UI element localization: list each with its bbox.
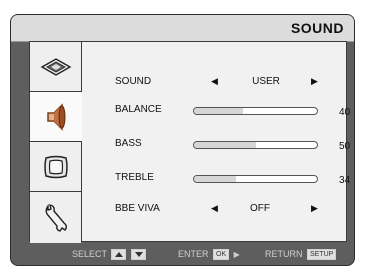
bass-label: BASS bbox=[115, 138, 142, 149]
bbe-viva-value: OFF bbox=[250, 203, 270, 214]
screen-icon bbox=[43, 155, 68, 178]
menu-panel: SOUND ◀ USER ▶ BALANCE 40 BASS 50 TREBLE bbox=[29, 41, 350, 243]
menu-footer: SELECT ENTER OK ▶ RETURN SETUP bbox=[11, 241, 354, 265]
left-arrow-icon[interactable]: ◀ bbox=[211, 203, 218, 214]
setup-wrench-icon bbox=[45, 203, 67, 232]
picture-icon bbox=[40, 57, 71, 76]
balance-value: 40 bbox=[339, 107, 351, 118]
treble-value: 34 bbox=[339, 175, 351, 186]
tab-sound[interactable] bbox=[30, 92, 82, 142]
treble-label: TREBLE bbox=[115, 172, 154, 183]
footer-enter: ENTER OK ▶ bbox=[178, 249, 240, 261]
down-key-icon bbox=[130, 249, 146, 261]
return-label: RETURN bbox=[265, 249, 303, 259]
ok-key-icon: OK bbox=[213, 249, 230, 261]
setup-key-icon: SETUP bbox=[307, 249, 337, 261]
bass-slider[interactable] bbox=[193, 141, 318, 149]
select-label: SELECT bbox=[72, 249, 107, 259]
enter-arrow-icon: ▶ bbox=[233, 250, 240, 259]
sound-label: SOUND bbox=[115, 76, 152, 87]
osd-menu-window: SOUND SOUND ◀ USER ▶ BALANCE 40 BASS 50 … bbox=[10, 14, 355, 266]
menu-icon-column bbox=[30, 42, 82, 243]
row-sound[interactable]: SOUND ◀ USER ▶ bbox=[115, 76, 335, 94]
treble-slider[interactable] bbox=[193, 175, 318, 183]
up-key-icon bbox=[111, 249, 127, 261]
treble-slider-fill bbox=[194, 176, 236, 182]
row-treble[interactable]: TREBLE 34 bbox=[115, 172, 354, 190]
balance-slider-fill bbox=[194, 108, 244, 114]
left-arrow-icon[interactable]: ◀ bbox=[211, 76, 218, 87]
menu-title: SOUND bbox=[290, 20, 344, 36]
balance-slider[interactable] bbox=[193, 107, 318, 115]
tab-setup[interactable] bbox=[30, 192, 81, 243]
right-arrow-icon[interactable]: ▶ bbox=[311, 203, 318, 214]
menu-title-bar: SOUND bbox=[11, 15, 354, 42]
bass-value: 50 bbox=[339, 141, 351, 152]
sound-mode-value: USER bbox=[252, 76, 280, 87]
enter-label: ENTER bbox=[178, 249, 209, 259]
row-bass[interactable]: BASS 50 bbox=[115, 138, 354, 156]
bbe-viva-label: BBE VIVA bbox=[115, 203, 160, 214]
tab-screen[interactable] bbox=[30, 142, 81, 192]
balance-label: BALANCE bbox=[115, 104, 162, 115]
bass-slider-fill bbox=[194, 142, 256, 148]
right-arrow-icon[interactable]: ▶ bbox=[311, 76, 318, 87]
tab-picture[interactable] bbox=[30, 42, 81, 92]
footer-select: SELECT bbox=[72, 249, 146, 261]
sound-icon bbox=[47, 102, 66, 131]
row-balance[interactable]: BALANCE 40 bbox=[115, 104, 354, 122]
footer-return: RETURN SETUP bbox=[265, 249, 337, 261]
row-bbe-viva[interactable]: BBE VIVA ◀ OFF ▶ bbox=[115, 203, 335, 221]
